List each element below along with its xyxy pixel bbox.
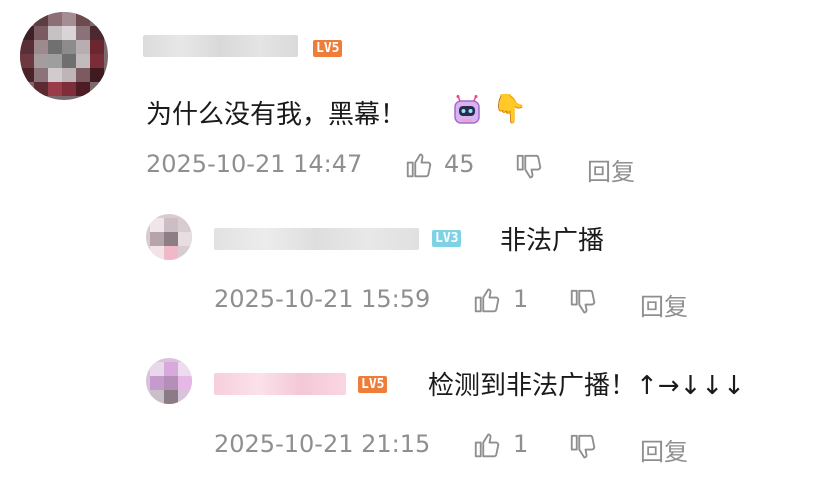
like-count: 1 <box>513 430 529 458</box>
reply-button[interactable]: 回复 <box>640 432 688 467</box>
thumbs-up-icon[interactable] <box>404 150 434 180</box>
like-count: 1 <box>513 285 529 313</box>
reply-time: 2025-10-21 15:59 <box>214 285 431 313</box>
reply-button[interactable]: 回复 <box>587 152 635 187</box>
user-avatar[interactable] <box>20 12 108 100</box>
level-badge: LV5 <box>313 40 343 57</box>
reply-button[interactable]: 回复 <box>640 287 688 322</box>
hand-pointing-down-emoji: 👇 <box>492 92 527 125</box>
reply-avatar[interactable] <box>146 214 192 260</box>
reply-time: 2025-10-21 21:15 <box>214 430 431 458</box>
thumbs-down-icon[interactable] <box>568 432 598 462</box>
comment-text: 为什么没有我，黑幕！ <box>146 100 407 130</box>
username-blurred[interactable] <box>214 373 346 395</box>
like-count: 45 <box>444 150 475 178</box>
thumbs-up-icon[interactable] <box>472 430 502 460</box>
username-blurred[interactable] <box>214 228 419 250</box>
reply-text: 非法广播 <box>500 226 605 256</box>
reply-avatar[interactable] <box>146 358 192 404</box>
level-badge: LV3 <box>432 230 462 247</box>
comment-time: 2025-10-21 14:47 <box>146 150 363 178</box>
robot-emoji-icon <box>454 95 480 124</box>
level-badge: LV5 <box>358 376 388 393</box>
thumbs-up-icon[interactable] <box>472 285 502 315</box>
reply-text: 检测到非法广播！↑→↓↓↓ <box>428 371 745 401</box>
thumbs-down-icon[interactable] <box>568 287 598 317</box>
thumbs-down-icon[interactable] <box>514 152 544 182</box>
username-blurred[interactable] <box>143 35 298 57</box>
